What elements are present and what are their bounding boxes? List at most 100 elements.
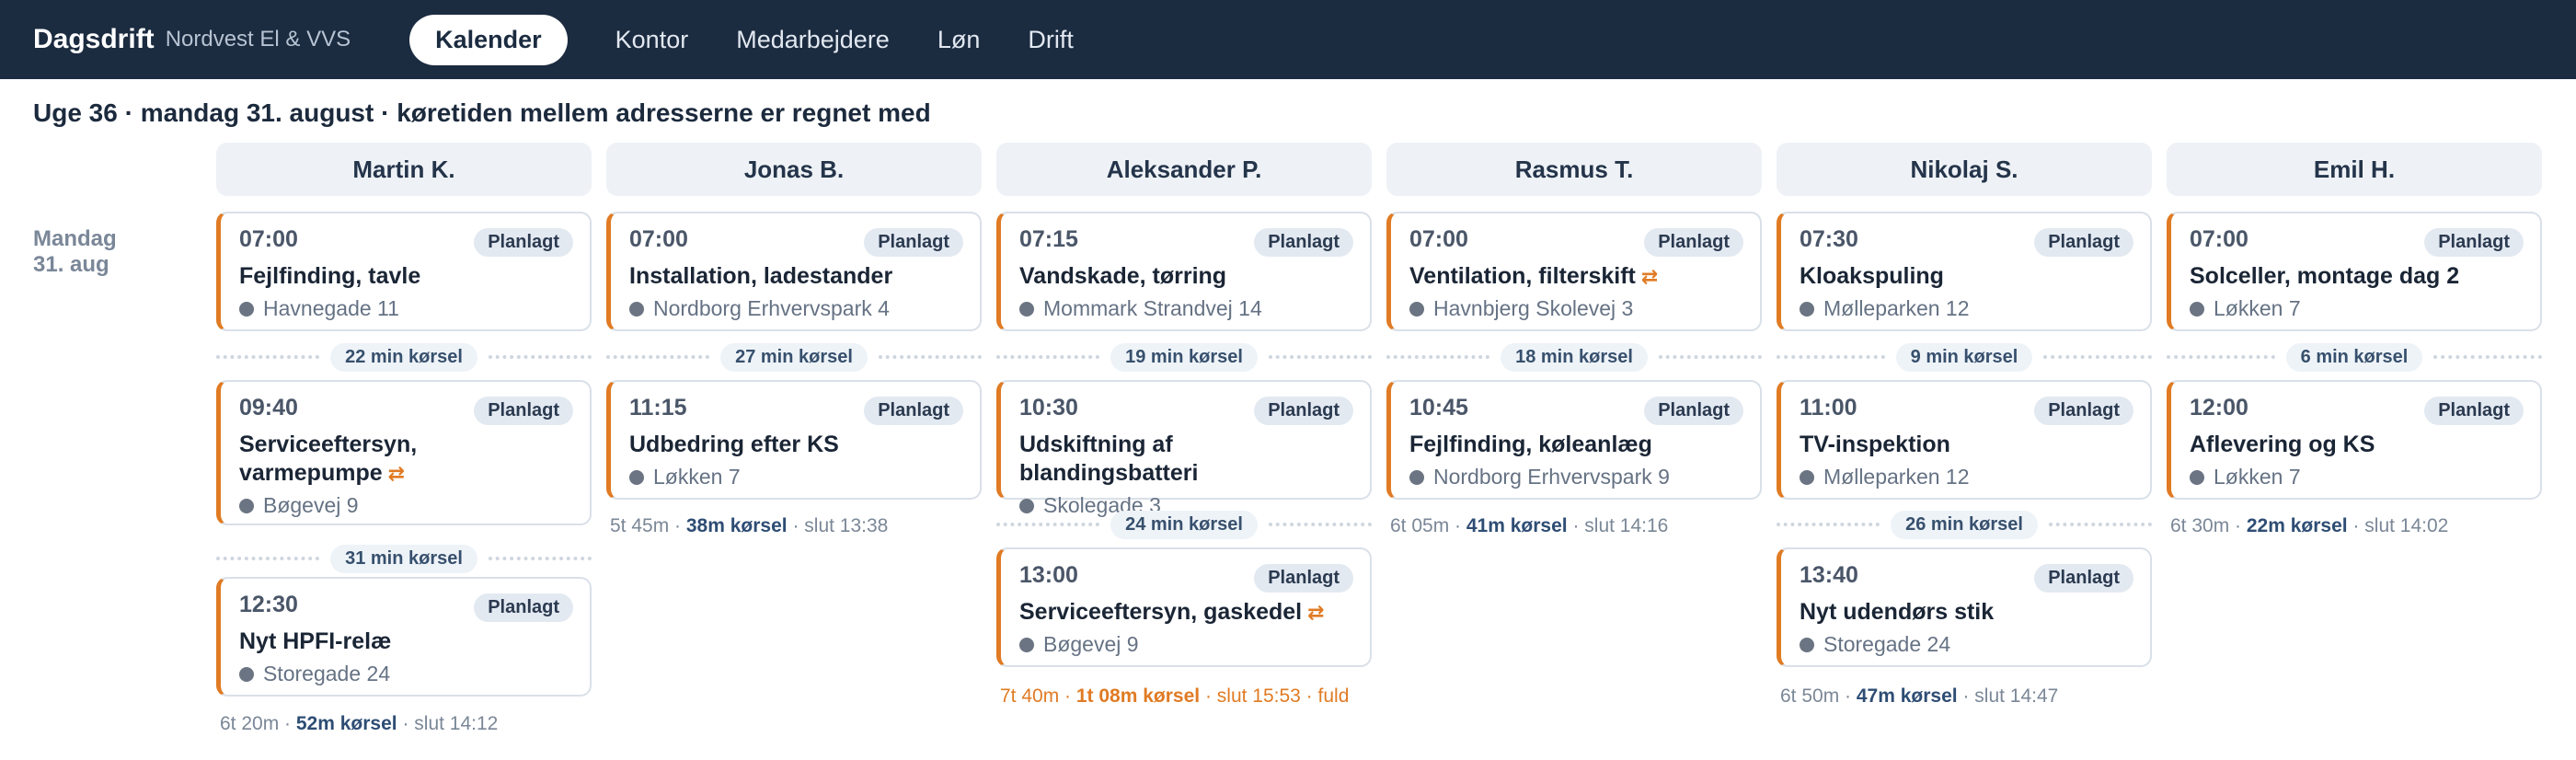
job-card[interactable]: 12:30 Planlagt Nyt HPFI-relæ Storegade 24	[216, 577, 592, 697]
technician-name[interactable]: Jonas B.	[606, 143, 982, 196]
status-badge: Planlagt	[1644, 397, 1743, 425]
app-brand[interactable]: Dagsdrift	[33, 24, 155, 55]
job-address: Havnbjerg Skolevej 3	[1433, 296, 1634, 320]
nav-item-kalender[interactable]: Kalender	[409, 14, 568, 65]
job-card[interactable]: 11:15 Planlagt Udbedring efter KS Løkken 7	[606, 380, 982, 500]
summary-end-time: · slut 14:02	[2347, 515, 2449, 536]
job-address-row: Løkken 7	[2190, 296, 2524, 321]
status-badge: Planlagt	[1254, 564, 1353, 593]
drive-time-separator: 31 min kørsel	[216, 544, 592, 573]
job-title-row: TV-inspektion	[1800, 431, 2133, 459]
status-badge: Planlagt	[2034, 397, 2133, 425]
day-summary: 5t 45m · 38m kørsel · slut 13:38	[610, 515, 888, 537]
dotted-line	[2433, 355, 2542, 359]
job-title: Serviceeftersyn, gaskedel	[1019, 599, 1303, 625]
technician-name[interactable]: Nikolaj S.	[1777, 143, 2152, 196]
job-card[interactable]: 11:00 Planlagt TV-inspektion Mølleparken 12	[1777, 380, 2152, 500]
technician-name[interactable]: Emil H.	[2167, 143, 2542, 196]
job-card[interactable]: 07:30 Planlagt Kloakspuling Mølleparken 12	[1777, 212, 2152, 331]
summary-drive-time: 38m kørsel	[685, 515, 788, 536]
job-card[interactable]: 13:40 Planlagt Nyt udendørs stik Storegade …	[1777, 547, 2152, 667]
drive-time-pill: 9 min kørsel	[1895, 342, 2033, 372]
job-title: Fejlfinding, tavle	[239, 263, 421, 289]
job-title: TV-inspektion	[1800, 432, 1950, 457]
job-card[interactable]: 10:30 Planlagt Udskiftning af blandingsbat…	[996, 380, 1372, 517]
job-title: Udbedring efter KS	[629, 432, 839, 457]
technician-name[interactable]: Rasmus T.	[1386, 143, 1762, 196]
drive-time-pill: 19 min kørsel	[1110, 342, 1258, 372]
job-card[interactable]: 07:00 Planlagt Installation, ladestander No…	[606, 212, 982, 331]
job-address: Løkken 7	[2214, 465, 2301, 489]
technician-column: Martin K. 07:00 Planlagt Fejlfinding, tavle…	[216, 143, 592, 734]
location-dot-icon	[1409, 469, 1424, 485]
job-address-row: Nordborg Erhvervspark 9	[1409, 465, 1743, 489]
drive-time-pill: 31 min kørsel	[330, 544, 477, 573]
nav-item-kontor[interactable]: Kontor	[615, 26, 689, 54]
job-address: Løkken 7	[2214, 296, 2301, 320]
summary-end-time: · slut 14:47	[1957, 685, 2059, 707]
status-badge: Planlagt	[474, 593, 573, 622]
job-title-row: Solceller, montage dag 2	[2190, 262, 2524, 291]
job-card[interactable]: 07:00 Planlagt Solceller, montage dag 2 Løk…	[2167, 212, 2542, 331]
job-address: Nordborg Erhvervspark 9	[1433, 465, 1670, 489]
job-address-row: Bøgevej 9	[239, 493, 573, 518]
drive-time-separator: 19 min kørsel	[996, 342, 1372, 372]
day-date: 31. aug	[33, 252, 109, 277]
summary-work-time: 7t 40m ·	[1000, 685, 1076, 707]
repeat-icon: ⇄	[387, 462, 406, 485]
dotted-line	[216, 355, 320, 359]
job-title-row: Aflevering og KS	[2190, 431, 2524, 459]
job-title-row: Ventilation, filterskift ⇄	[1409, 262, 1743, 291]
dotted-line	[2048, 523, 2152, 526]
nav-item-lon[interactable]: Løn	[937, 26, 981, 54]
job-card[interactable]: 07:00 Planlagt Ventilation, filterskift ⇄ Ha…	[1386, 212, 1762, 331]
technician-name[interactable]: Martin K.	[216, 143, 592, 196]
nav-item-medarbejdere[interactable]: Medarbejdere	[736, 26, 890, 54]
job-card[interactable]: 10:45 Planlagt Fejlfinding, køleanlæg Nordb…	[1386, 380, 1762, 500]
job-title: Fejlfinding, køleanlæg	[1409, 432, 1652, 457]
location-dot-icon	[239, 498, 254, 513]
job-card[interactable]: 12:00 Planlagt Aflevering og KS Løkken 7	[2167, 380, 2542, 500]
dotted-line	[1777, 355, 1885, 359]
job-address-row: Bøgevej 9	[1019, 632, 1353, 657]
job-title-row: Serviceeftersyn, varmepumpe ⇄	[239, 431, 573, 488]
job-title-row: Kloakspuling	[1800, 262, 2133, 291]
summary-work-time: 6t 50m ·	[1780, 685, 1857, 707]
status-badge: Planlagt	[1254, 397, 1353, 425]
status-badge: Planlagt	[864, 397, 963, 425]
job-card[interactable]: 13:00 Planlagt Serviceeftersyn, gaskedel ⇄ B…	[996, 547, 1372, 667]
job-card[interactable]: 07:00 Planlagt Fejlfinding, tavle Havnegade…	[216, 212, 592, 331]
job-address: Havnegade 11	[263, 296, 399, 320]
job-title: Solceller, montage dag 2	[2190, 263, 2460, 289]
job-title-row: Udskiftning af blandingsbatteri	[1019, 431, 1353, 488]
day-summary: 6t 30m · 22m kørsel · slut 14:02	[2170, 515, 2448, 537]
job-title-row: Fejlfinding, tavle	[239, 262, 573, 291]
job-title: Aflevering og KS	[2190, 432, 2375, 457]
job-address: Nordborg Erhvervspark 4	[653, 296, 890, 320]
summary-work-time: 6t 20m ·	[220, 713, 296, 734]
job-address: Bøgevej 9	[1043, 632, 1139, 656]
day-summary: 6t 20m · 52m kørsel · slut 14:12	[220, 713, 498, 735]
status-badge: Planlagt	[1644, 228, 1743, 257]
location-dot-icon	[239, 301, 254, 317]
drive-time-separator: 9 min kørsel	[1777, 342, 2152, 372]
job-card[interactable]: 07:15 Planlagt Vandskade, tørring Mommark S…	[996, 212, 1372, 331]
summary-drive-time: 1t 08m kørsel	[1075, 685, 1201, 707]
day-summary: 6t 50m · 47m kørsel · slut 14:47	[1780, 685, 2058, 708]
status-badge: Planlagt	[474, 228, 573, 257]
location-dot-icon	[1019, 637, 1034, 652]
job-address-row: Mølleparken 12	[1800, 465, 2133, 489]
job-address: Løkken 7	[653, 465, 741, 489]
job-card[interactable]: 09:40 Planlagt Serviceeftersyn, varmepumpe…	[216, 380, 592, 525]
technician-name[interactable]: Aleksander P.	[996, 143, 1372, 196]
summary-work-time: 5t 45m ·	[610, 515, 686, 536]
location-dot-icon	[2190, 301, 2204, 317]
nav-item-drift[interactable]: Drift	[1028, 26, 1074, 54]
technician-column: Rasmus T. 07:00 Planlagt Ventilation, filte…	[1386, 143, 1762, 536]
job-title-row: Udbedring efter KS	[629, 431, 963, 459]
day-summary: 6t 05m · 41m kørsel · slut 14:16	[1390, 515, 1668, 537]
drive-time-pill: 18 min kørsel	[1501, 342, 1648, 372]
location-dot-icon	[629, 469, 644, 485]
dotted-line	[216, 557, 320, 560]
summary-end-time: · slut 14:16	[1567, 515, 1669, 536]
